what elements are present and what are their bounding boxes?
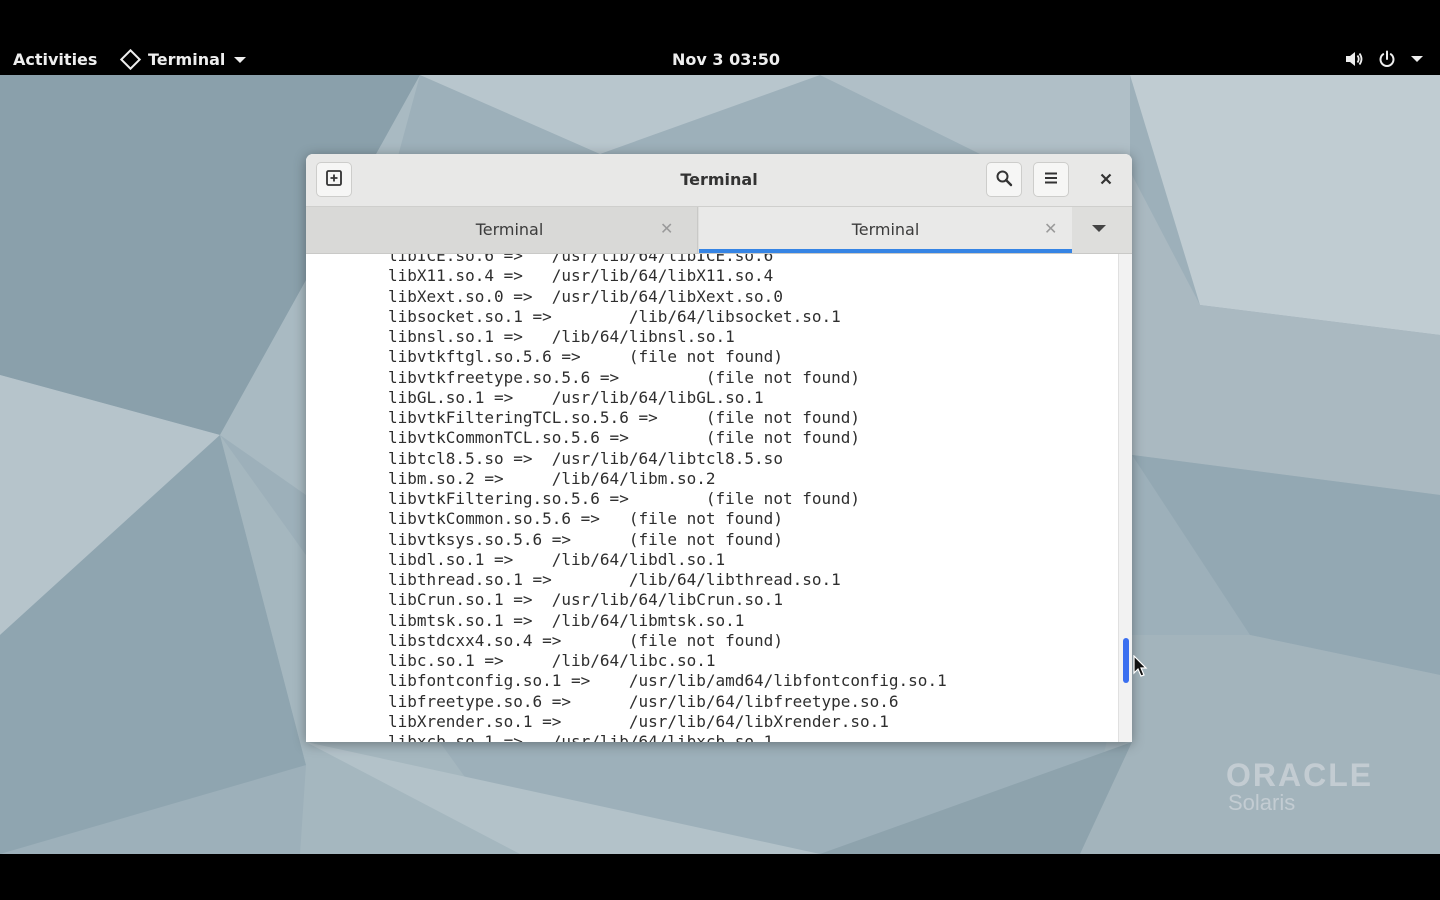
terminal-line: libvtkCommon.so.5.6 => (file not found)	[388, 509, 783, 529]
terminal-line: libvtkCommonTCL.so.5.6 => (file not foun…	[388, 428, 861, 448]
bottom-bar	[0, 854, 1440, 900]
terminal-line: libX11.so.4 => /usr/lib/64/libX11.so.4	[388, 266, 774, 286]
close-window-button[interactable]	[1088, 162, 1124, 197]
terminal-line: libvtkFiltering.so.5.6 => (file not foun…	[388, 489, 861, 508]
activities-button[interactable]: Activities	[13, 50, 97, 69]
terminal-line: libXrender.so.1 => /usr/lib/64/libXrende…	[388, 711, 889, 731]
terminal-text: libICE.so.6 => /usr/lib/64/libICE.so.6 li…	[388, 254, 947, 742]
terminal-line: libtcl8.5.so => /usr/lib/64/libtcl8.5.so	[388, 448, 783, 468]
terminal-line: libdl.so.1 => /lib/64/libdl.so.1	[388, 549, 726, 569]
terminal-line: libc.so.1 => /lib/64/libc.so.1	[388, 651, 716, 670]
header-bar[interactable]: Terminal	[306, 154, 1132, 207]
terminal-line: libstdcxx4.so.4 => (file not found)	[388, 630, 783, 650]
app-diamond-icon	[119, 48, 142, 71]
terminal-line: libvtkftgl.so.5.6 => (file not found)	[388, 347, 783, 367]
chevron-down-icon[interactable]	[1410, 54, 1424, 64]
volume-icon[interactable]	[1344, 50, 1364, 68]
terminal-line: libvtkFilteringTCL.so.5.6 => (file not f…	[388, 408, 861, 427]
logo-line1: ORACLE	[1226, 757, 1374, 793]
terminal-line: libsocket.so.1 => /lib/64/libsocket.so.1	[388, 306, 841, 326]
terminal-line: libvtksys.so.5.6 => (file not found)	[388, 529, 783, 549]
app-menu[interactable]: Terminal	[119, 48, 247, 71]
tab-label: Terminal	[851, 220, 920, 239]
terminal-line: libGL.so.1 => /usr/lib/64/libGL.so.1	[388, 387, 764, 407]
caret-down-icon	[234, 56, 247, 63]
terminal-line: libnsl.so.1 => /lib/64/libnsl.so.1	[388, 327, 735, 346]
terminal-line: libICE.so.6 => /usr/lib/64/libICE.so.6	[388, 254, 774, 265]
menu-button[interactable]	[1033, 162, 1069, 197]
hamburger-menu-icon	[1043, 170, 1059, 189]
clock[interactable]: Nov 3 03:50	[672, 50, 780, 69]
terminal-line: libmtsk.so.1 => /lib/64/libmtsk.so.1	[388, 610, 745, 630]
power-icon[interactable]	[1378, 50, 1396, 68]
scrollbar-thumb[interactable]	[1123, 638, 1129, 683]
terminal-output[interactable]: libICE.so.6 => /usr/lib/64/libICE.so.6 li…	[306, 254, 1118, 742]
tab-label: Terminal	[475, 220, 544, 239]
tabs-dropdown-icon[interactable]	[1092, 225, 1106, 232]
oracle-solaris-logo: ORACLE Solaris	[1226, 757, 1373, 816]
scrollbar[interactable]	[1118, 254, 1132, 742]
terminal-line: libvtkfreetype.so.5.6 => (file not found…	[388, 367, 861, 387]
mouse-cursor-icon	[1133, 654, 1149, 683]
search-button[interactable]	[986, 162, 1022, 197]
tab-bar: Terminal ✕ Terminal ✕	[306, 207, 1132, 254]
terminal-line: libxcb.so.1 => /usr/lib/64/libxcb.so.1	[388, 732, 774, 742]
tab-terminal-2[interactable]: Terminal ✕	[699, 207, 1072, 253]
tab-close-icon[interactable]: ✕	[660, 219, 673, 238]
terminal-line: libfreetype.so.6 => /usr/lib/64/libfreet…	[388, 691, 899, 711]
tab-terminal-1[interactable]: Terminal ✕	[306, 207, 698, 253]
tab-close-icon[interactable]: ✕	[1044, 219, 1057, 238]
terminal-line: libthread.so.1 => /lib/64/libthread.so.1	[388, 570, 841, 589]
app-menu-label: Terminal	[148, 50, 226, 69]
terminal-line: libfontconfig.so.1 => /usr/lib/amd64/lib…	[388, 671, 947, 691]
terminal-window[interactable]: Terminal Terminal ✕ Terminal ✕ libICE.so…	[306, 154, 1132, 742]
terminal-line: libXext.so.0 => /usr/lib/64/libXext.so.0	[388, 286, 783, 306]
terminal-line: libCrun.so.1 => /usr/lib/64/libCrun.so.1	[388, 590, 783, 610]
terminal-line: libm.so.2 => /lib/64/libm.so.2	[388, 468, 716, 488]
top-bar: Activities Terminal Nov 3 03:50	[0, 0, 1440, 75]
system-tray[interactable]	[1344, 50, 1424, 68]
search-icon	[995, 169, 1013, 191]
close-icon	[1100, 170, 1112, 189]
